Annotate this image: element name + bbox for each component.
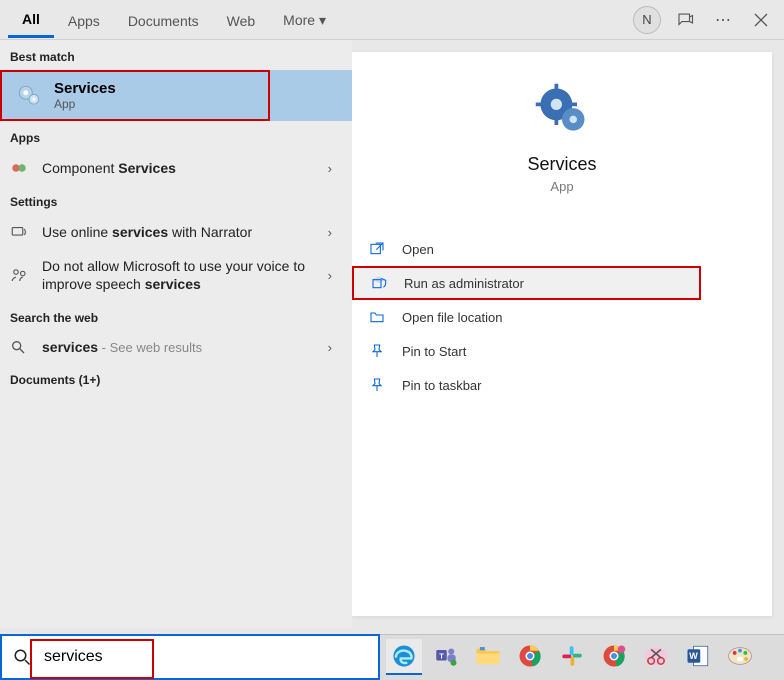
tab-all[interactable]: All: [8, 1, 54, 38]
action-pin-to-taskbar[interactable]: Pin to taskbar: [352, 368, 772, 402]
tab-more-label: More: [283, 12, 315, 28]
taskbar: T W: [380, 634, 784, 680]
user-avatar[interactable]: N: [632, 5, 662, 35]
action-label: Open: [402, 242, 434, 257]
taskbar-chrome2-icon[interactable]: [596, 639, 632, 675]
action-open-file-location[interactable]: Open file location: [352, 300, 772, 334]
feedback-icon[interactable]: [670, 5, 700, 35]
more-icon[interactable]: ⋯: [708, 5, 738, 35]
action-pin-to-start[interactable]: Pin to Start: [352, 334, 772, 368]
preview-panel: Services App Open Run as administrator O…: [352, 52, 772, 616]
svg-text:W: W: [689, 651, 698, 661]
folder-icon: [368, 308, 386, 326]
avatar-initial: N: [633, 6, 661, 34]
tab-web[interactable]: Web: [213, 3, 270, 37]
taskbar-paint-icon[interactable]: [722, 639, 758, 675]
result-label: Do not allow Microsoft to use your voice…: [42, 257, 328, 293]
taskbar-word-icon[interactable]: W: [680, 639, 716, 675]
chevron-right-icon: ›: [328, 161, 342, 176]
chevron-down-icon: ▾: [319, 12, 326, 28]
chevron-right-icon: ›: [328, 268, 342, 283]
action-label: Pin to taskbar: [402, 378, 482, 393]
best-match-header: Best match: [0, 40, 352, 70]
result-label: Component Services: [42, 160, 328, 176]
best-match-services[interactable]: Services App: [0, 70, 270, 121]
search-icon: [10, 339, 30, 355]
chevron-right-icon: ›: [328, 225, 342, 240]
result-component-services[interactable]: Component Services ›: [0, 151, 352, 185]
taskbar-chrome-icon[interactable]: [512, 639, 548, 675]
result-web-services[interactable]: services - See web results ›: [0, 331, 352, 363]
action-run-as-administrator[interactable]: Run as administrator: [352, 266, 701, 300]
pin-taskbar-icon: [368, 376, 386, 394]
search-web-header: Search the web: [0, 301, 352, 331]
tab-apps[interactable]: Apps: [54, 3, 114, 37]
top-tabs: All Apps Documents Web More ▾ N ⋯: [0, 0, 784, 40]
services-app-icon: [532, 80, 592, 140]
result-narrator-services[interactable]: Use online services with Narrator ›: [0, 215, 352, 249]
tab-documents[interactable]: Documents: [114, 3, 213, 37]
search-icon: [2, 648, 42, 666]
svg-text:T: T: [439, 651, 444, 660]
tab-more[interactable]: More ▾: [269, 2, 340, 37]
best-match-title: Services: [54, 80, 116, 97]
action-label: Run as administrator: [404, 276, 524, 291]
action-open[interactable]: Open: [352, 232, 772, 266]
action-label: Pin to Start: [402, 344, 466, 359]
result-speech-services[interactable]: Do not allow Microsoft to use your voice…: [0, 249, 352, 301]
result-label: Use online services with Narrator: [42, 224, 328, 240]
close-icon[interactable]: [746, 5, 776, 35]
speech-icon: [10, 266, 30, 284]
chevron-right-icon: ›: [328, 340, 342, 355]
component-services-icon: [10, 159, 30, 177]
documents-header: Documents (1+): [0, 363, 352, 393]
taskbar-snip-icon[interactable]: [638, 639, 674, 675]
gear-icon: [16, 83, 42, 109]
taskbar-slack-icon[interactable]: [554, 639, 590, 675]
result-label: services - See web results: [42, 339, 328, 355]
search-input[interactable]: [42, 647, 378, 667]
best-match-sub: App: [54, 97, 116, 111]
apps-header: Apps: [0, 121, 352, 151]
action-label: Open file location: [402, 310, 502, 325]
settings-header: Settings: [0, 185, 352, 215]
taskbar-teams-icon[interactable]: T: [428, 639, 464, 675]
pin-start-icon: [368, 342, 386, 360]
narrator-icon: [10, 223, 30, 241]
results-panel: Best match Services App Apps Component S…: [0, 40, 352, 628]
open-icon: [368, 240, 386, 258]
search-bar[interactable]: [0, 634, 380, 680]
actions-list: Open Run as administrator Open file loca…: [352, 232, 772, 402]
taskbar-explorer-icon[interactable]: [470, 639, 506, 675]
taskbar-edge-icon[interactable]: [386, 639, 422, 675]
preview-title: Services: [527, 154, 596, 175]
admin-icon: [370, 274, 388, 292]
preview-subtitle: App: [550, 179, 573, 194]
